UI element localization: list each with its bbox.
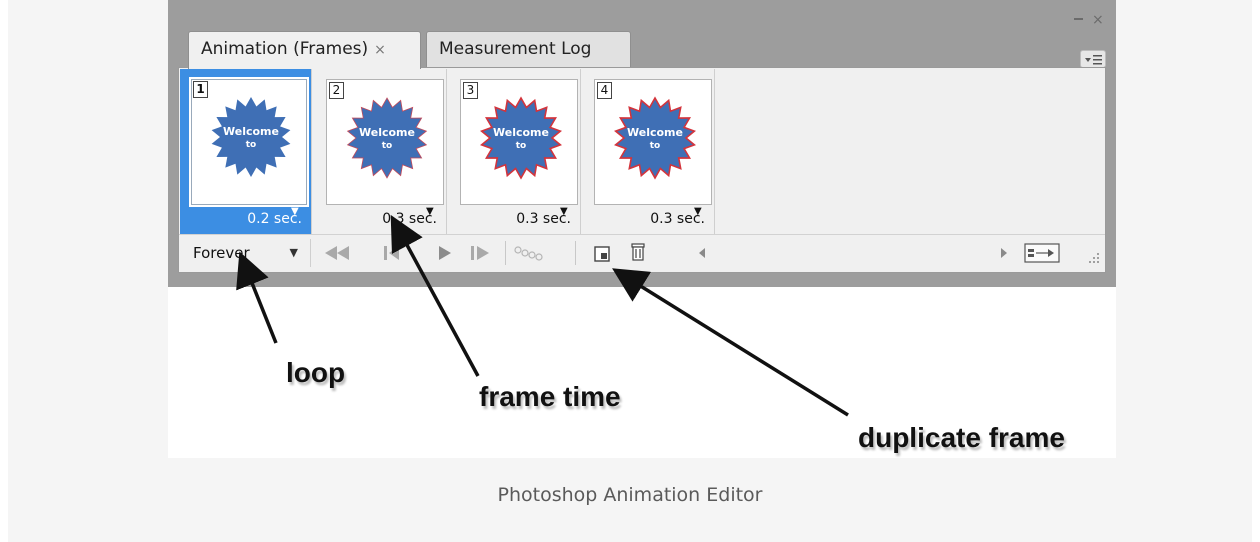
loop-arrow	[236, 251, 278, 344]
tab-close-icon[interactable]: ×	[374, 42, 386, 58]
figure-card: × Animation (Frames) × Measurement Log 1W…	[8, 0, 1252, 542]
frame-time-arrow	[390, 214, 480, 377]
duplicate-frame-annotation: duplicate frame	[858, 422, 1065, 453]
duplicate-frame-arrow	[612, 268, 849, 417]
tab-animation-frames[interactable]: Animation (Frames) ×	[188, 31, 421, 69]
loop-annotation: loop	[286, 357, 346, 388]
figure-caption: Photoshop Animation Editor	[497, 484, 763, 506]
frame-time-annotation: frame time	[479, 381, 621, 412]
screenshot-figure: × Animation (Frames) × Measurement Log 1W…	[168, 0, 1116, 458]
tab-label: Animation (Frames)	[201, 39, 369, 59]
